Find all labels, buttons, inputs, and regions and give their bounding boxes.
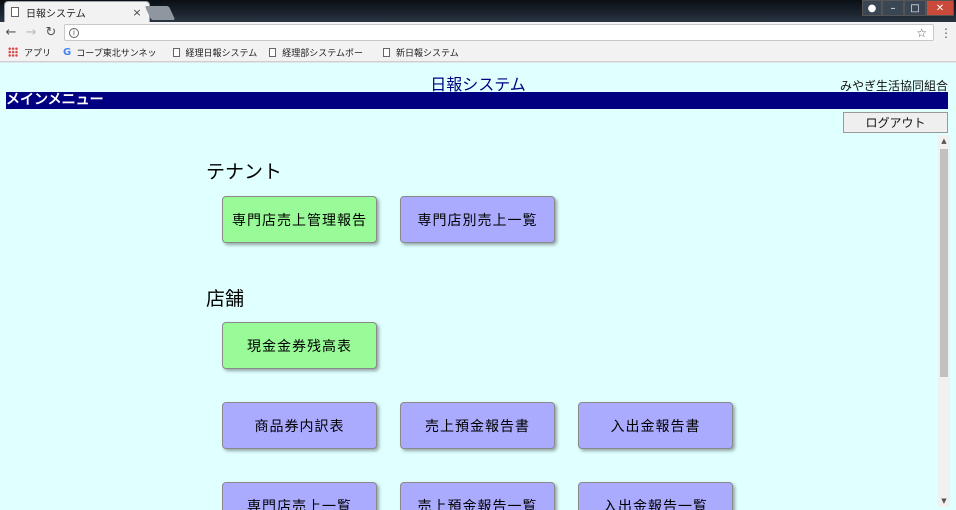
bookmark-label: アプリ (24, 48, 52, 59)
section-title-store: 店舗 (206, 288, 245, 310)
main-menu-bar: メインメニュー (6, 92, 948, 109)
google-icon: G (63, 46, 72, 58)
specialty-store-sales-overview-button[interactable]: 専門店売上一覧 (222, 482, 377, 510)
vertical-scrollbar[interactable]: ▲ ▼ (938, 135, 950, 507)
apps-grid-icon (8, 47, 18, 57)
browser-tab[interactable]: 日報システム × (4, 1, 150, 22)
page-icon (382, 47, 390, 57)
sales-deposit-report-button[interactable]: 売上預金報告書 (400, 402, 555, 449)
bookmark-star-icon[interactable]: ☆ (916, 26, 927, 40)
address-bar[interactable]: i ☆ (64, 24, 934, 41)
bookmark-item[interactable]: 新日報システム (382, 46, 459, 59)
scroll-down-icon[interactable]: ▼ (938, 495, 950, 507)
tab-close-icon[interactable]: × (131, 6, 143, 19)
bookmark-item[interactable]: 経理日報システム (172, 46, 258, 59)
user-icon[interactable]: ● (862, 0, 882, 16)
info-icon[interactable]: i (69, 27, 79, 38)
page-icon (172, 47, 180, 57)
logout-button[interactable]: ログアウト (843, 112, 948, 133)
bookmark-label: 新日報システム (395, 48, 459, 59)
sales-deposit-report-list-button[interactable]: 売上預金報告一覧 (400, 482, 555, 510)
reload-icon[interactable]: ↻ (42, 25, 60, 40)
bookmark-label: 経理部システムポー (282, 48, 363, 59)
new-tab-button[interactable] (144, 6, 176, 20)
tab-title: 日報システム (26, 8, 86, 20)
specialty-store-sales-report-button[interactable]: 専門店売上管理報告 (222, 196, 377, 243)
browser-toolbar: ← → ↻ i ☆ ⋮ (0, 22, 956, 43)
gift-voucher-breakdown-button[interactable]: 商品券内訳表 (222, 402, 377, 449)
bookmarks-bar: アプリ G コープ東北サンネッ 経理日報システム 経理部システムポー 新日報シス… (0, 43, 956, 62)
bookmark-label: コープ東北サンネッ (76, 48, 157, 59)
bookmark-item[interactable]: 経理部システムポー (269, 46, 363, 59)
scroll-thumb[interactable] (940, 149, 948, 377)
cash-in-out-report-button[interactable]: 入出金報告書 (578, 402, 733, 449)
back-icon[interactable]: ← (2, 25, 20, 40)
minimize-button[interactable]: – (882, 0, 904, 16)
bookmark-label: 経理日報システム (185, 48, 258, 59)
page-icon (11, 7, 19, 17)
browser-titlebar: 日報システム × ● – □ ✕ (0, 0, 956, 22)
cash-in-out-report-list-button[interactable]: 入出金報告一覧 (578, 482, 733, 510)
scroll-up-icon[interactable]: ▲ (938, 135, 950, 147)
cash-voucher-balance-button[interactable]: 現金金券残高表 (222, 322, 377, 369)
page-content: 日報システム みやぎ生活協同組合 メインメニュー ログアウト テナント 専門店売… (0, 63, 956, 510)
bookmark-apps[interactable]: アプリ (8, 46, 51, 59)
maximize-button[interactable]: □ (904, 0, 926, 16)
bookmark-item[interactable]: G コープ東北サンネッ (63, 46, 157, 59)
section-title-tenant: テナント (206, 161, 283, 183)
forward-icon[interactable]: → (22, 25, 40, 40)
browser-menu-icon[interactable]: ⋮ (940, 26, 952, 40)
page-icon (269, 47, 277, 57)
close-window-button[interactable]: ✕ (926, 0, 954, 16)
specialty-store-sales-list-button[interactable]: 専門店別売上一覧 (400, 196, 555, 243)
